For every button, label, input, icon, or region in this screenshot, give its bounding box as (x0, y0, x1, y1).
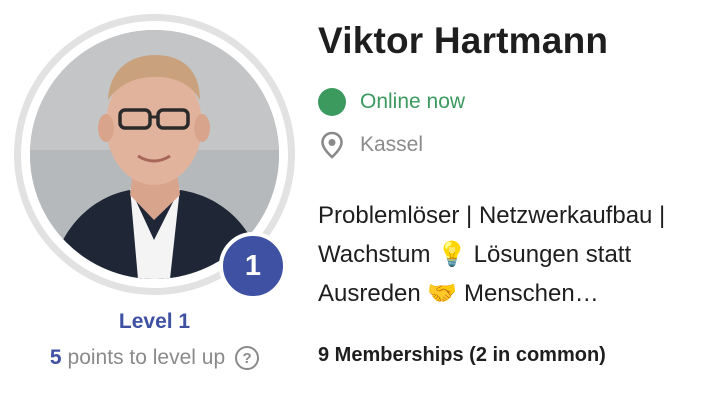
points-suffix: points to level up (67, 346, 226, 369)
points-to-level-up: 5 points to level up ? (14, 346, 295, 370)
profile-bio: Problemlöser | Netzwerkaufbau | Wachstum… (318, 202, 666, 307)
profile-name: Viktor Hartmann (318, 20, 609, 61)
location-pin-icon (318, 131, 346, 159)
avatar-container[interactable]: 1 (14, 14, 295, 300)
location: Kassel (318, 131, 423, 159)
level-label: Level 1 (118, 310, 191, 333)
question-circle-icon[interactable]: ? (235, 346, 260, 370)
location-text: Kassel (360, 133, 424, 156)
memberships-count[interactable]: 9 Memberships (2 in common) (318, 344, 606, 367)
status-text: Online now (360, 90, 466, 113)
online-status: Online now (318, 88, 465, 116)
online-dot-icon (318, 88, 346, 116)
points-value: 5 (49, 346, 62, 369)
level-badge: 1 (219, 232, 287, 300)
